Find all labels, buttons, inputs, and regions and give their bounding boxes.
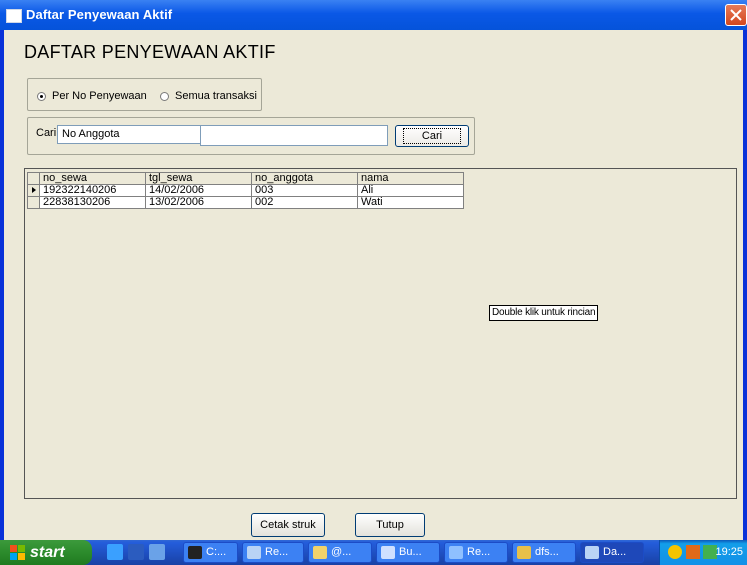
radio-label: Semua transaksi xyxy=(175,90,257,102)
column-header[interactable]: tgl_sewa xyxy=(145,172,252,185)
cell-nama[interactable]: Ali xyxy=(357,184,464,197)
column-header[interactable]: no_anggota xyxy=(251,172,358,185)
cell-no-sewa[interactable]: 192322140206 xyxy=(39,184,146,197)
folder-icon xyxy=(313,546,327,559)
app-icon xyxy=(585,546,599,559)
system-tray: 19:25 xyxy=(659,540,747,565)
taskbar-item-folder[interactable]: @... xyxy=(308,542,372,563)
start-label: start xyxy=(30,544,65,561)
rental-table: no_sewa tgl_sewa no_anggota nama 1923221… xyxy=(27,172,464,209)
radio-unchecked-icon xyxy=(160,91,169,101)
search-button[interactable]: Cari xyxy=(395,125,469,147)
hint-tooltip: Double klik untuk rincian xyxy=(489,305,599,321)
close-button[interactable]: Tutup xyxy=(355,513,425,537)
taskbar-item-bu[interactable]: Bu... xyxy=(376,542,440,563)
search-group: Cari No Anggota Cari xyxy=(27,117,475,155)
search-label: Cari xyxy=(36,127,57,139)
row-selector-header xyxy=(27,172,40,185)
radio-semua-transaksi[interactable]: Semua transaksi xyxy=(160,90,257,102)
table-row[interactable]: 192322140206 14/02/2006 003 Ali xyxy=(27,184,464,197)
search-field-select[interactable]: No Anggota xyxy=(57,125,217,144)
app-icon xyxy=(449,546,463,559)
print-receipt-button[interactable]: Cetak struk xyxy=(251,513,325,537)
page-title: DAFTAR PENYEWAAN AKTIF xyxy=(24,42,276,62)
close-icon xyxy=(730,9,742,21)
console-icon xyxy=(188,546,202,559)
taskbar-item-re2[interactable]: Re... xyxy=(444,542,508,563)
cell-no-anggota[interactable]: 003 xyxy=(251,184,358,197)
tray-icon[interactable] xyxy=(686,545,700,559)
start-button[interactable]: start xyxy=(0,540,92,565)
row-selector[interactable] xyxy=(27,184,40,197)
tray-icon[interactable] xyxy=(668,545,682,559)
cell-nama[interactable]: Wati xyxy=(357,196,464,209)
taskbar-item-re1[interactable]: Re... xyxy=(242,542,304,563)
row-selector[interactable] xyxy=(27,196,40,209)
window-frame-right xyxy=(743,30,747,540)
cell-no-sewa[interactable]: 22838130206 xyxy=(39,196,146,209)
search-input[interactable] xyxy=(200,125,388,146)
clock[interactable]: 19:25 xyxy=(715,546,743,558)
cell-tgl-sewa[interactable]: 14/02/2006 xyxy=(145,184,252,197)
app-icon xyxy=(517,546,531,559)
taskbar-item-dfs[interactable]: dfs... xyxy=(512,542,576,563)
radio-per-no-penyewaan[interactable]: Per No Penyewaan xyxy=(37,90,147,102)
taskbar-item-da[interactable]: Da... xyxy=(580,542,644,563)
app-icon xyxy=(247,546,261,559)
windows-logo-icon xyxy=(10,545,25,560)
cell-no-anggota[interactable]: 002 xyxy=(251,196,358,209)
search-field-value: No Anggota xyxy=(62,128,120,140)
title-bar: Daftar Penyewaan Aktif xyxy=(0,0,747,30)
close-window-button[interactable] xyxy=(725,4,747,26)
rental-grid-panel: no_sewa tgl_sewa no_anggota nama 1923221… xyxy=(24,168,737,499)
app-quicklaunch-icon[interactable] xyxy=(149,544,165,560)
column-header[interactable]: nama xyxy=(357,172,464,185)
window-title: Daftar Penyewaan Aktif xyxy=(26,7,173,22)
cell-tgl-sewa[interactable]: 13/02/2006 xyxy=(145,196,252,209)
radio-checked-icon xyxy=(37,91,46,101)
app-icon xyxy=(6,9,22,23)
current-row-icon xyxy=(32,187,36,193)
search-button-label: Cari xyxy=(402,128,462,144)
table-header: no_sewa tgl_sewa no_anggota nama xyxy=(27,172,464,185)
taskbar: start C:... Re... @... Bu... Re... dfs..… xyxy=(0,540,747,565)
filter-radio-group: Per No Penyewaan Semua transaksi xyxy=(27,78,262,111)
window-frame-left xyxy=(0,30,4,540)
taskbar-item-cmd[interactable]: C:... xyxy=(183,542,238,563)
browser-icon[interactable] xyxy=(107,544,123,560)
column-header[interactable]: no_sewa xyxy=(39,172,146,185)
table-row[interactable]: 22838130206 13/02/2006 002 Wati xyxy=(27,196,464,209)
radio-label: Per No Penyewaan xyxy=(52,90,147,102)
word-icon[interactable] xyxy=(128,544,144,560)
document-icon xyxy=(381,546,395,559)
